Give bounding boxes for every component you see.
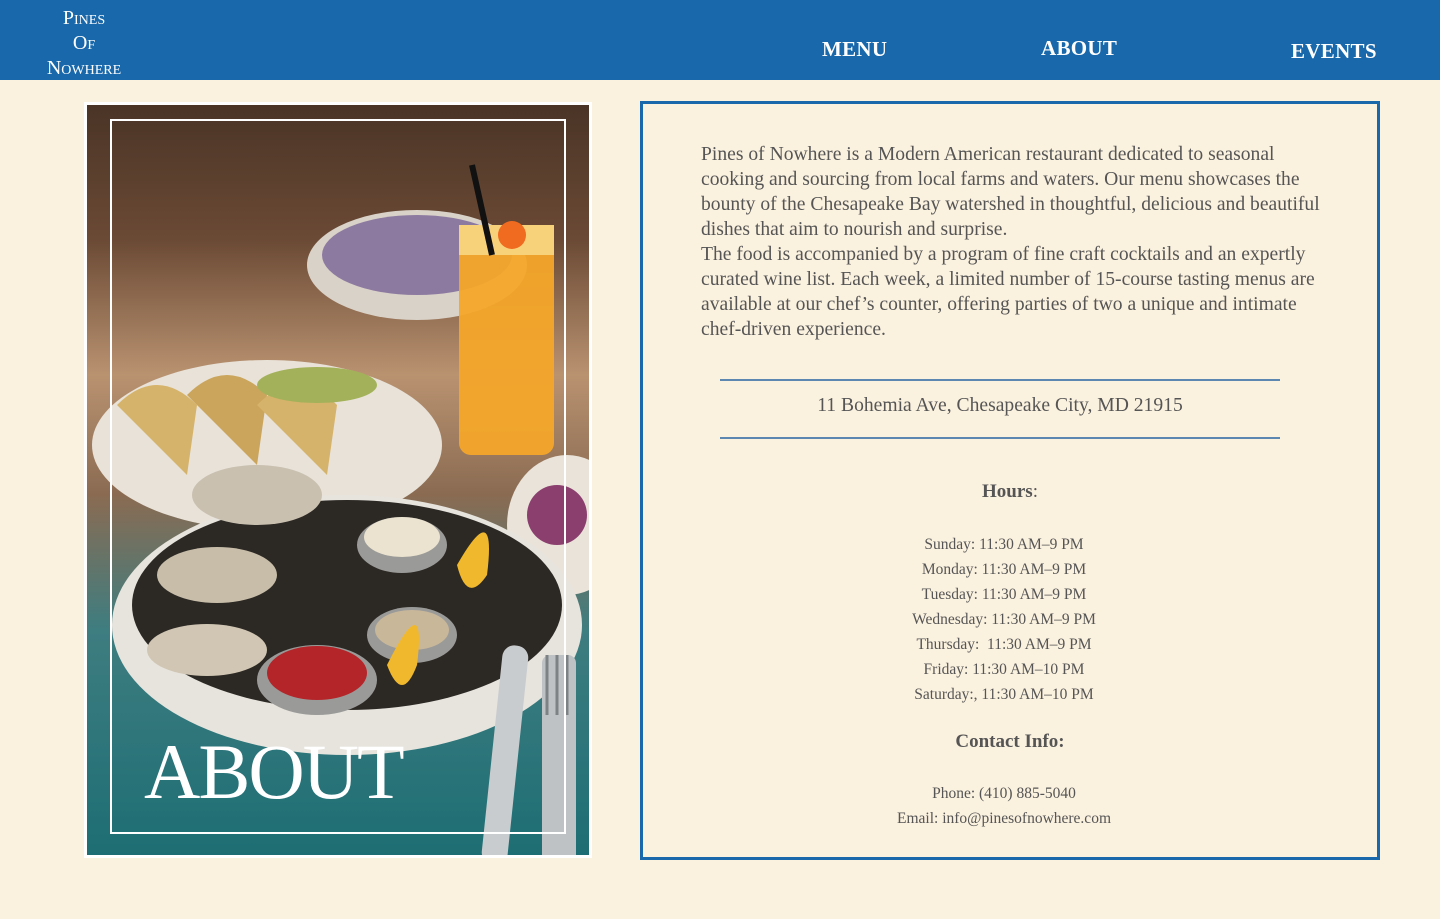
hours-item-saturday: Saturday:, 11:30 AM–10 PM bbox=[914, 686, 1094, 703]
nav-about-link[interactable]: ABOUT bbox=[1041, 36, 1117, 61]
oyster-platter-photo: ABOUT bbox=[87, 105, 589, 855]
photo-inner-frame bbox=[110, 119, 566, 834]
about-heading-overlay: ABOUT bbox=[144, 728, 405, 815]
contact-phone[interactable]: Phone: (410) 885-5040 bbox=[643, 781, 1365, 806]
top-navigation-bar: Pines Of Nowhere MENU ABOUT EVENTS bbox=[0, 0, 1440, 80]
contact-email[interactable]: Email: info@pinesofnowhere.com bbox=[643, 806, 1365, 831]
hours-heading: Hours: bbox=[643, 481, 1377, 503]
hours-item-monday: Monday: 11:30 AM–9 PM bbox=[921, 561, 1087, 578]
hours-item-thursday: Thursday: 11:30 AM–9 PM bbox=[916, 636, 1092, 653]
hours-item-tuesday: Tuesday: 11:30 AM–9 PM bbox=[921, 586, 1087, 603]
hours-item-wednesday: Wednesday: 11:30 AM–9 PM bbox=[912, 611, 1096, 628]
hours-item-friday: Friday: 11:30 AM–10 PM bbox=[923, 661, 1085, 678]
about-description: Pines of Nowhere is a Modern American re… bbox=[701, 142, 1341, 342]
about-info-panel: Pines of Nowhere is a Modern American re… bbox=[640, 101, 1380, 860]
logo-line-3: Nowhere bbox=[46, 57, 122, 79]
site-logo[interactable]: Pines Of Nowhere bbox=[30, 6, 138, 81]
about-paragraph-1: Pines of Nowhere is a Modern American re… bbox=[701, 144, 1320, 240]
hours-item-sunday: Sunday: 11:30 AM–9 PM bbox=[924, 536, 1084, 553]
nav-menu-link[interactable]: MENU bbox=[822, 37, 887, 62]
contact-heading: Contact Info: bbox=[955, 731, 1065, 752]
about-photo-card: ABOUT bbox=[84, 102, 592, 858]
address-top-divider bbox=[720, 379, 1280, 381]
about-paragraph-2: The food is accompanied by a program of … bbox=[701, 244, 1315, 340]
hours-heading-colon: : bbox=[1032, 481, 1038, 502]
hours-heading-label: Hours bbox=[982, 481, 1033, 502]
logo-line-1: Pines bbox=[62, 7, 106, 29]
logo-line-2: Of bbox=[72, 32, 96, 54]
contact-info: Phone: (410) 885-5040 Email: info@pineso… bbox=[643, 781, 1365, 831]
address-bottom-divider bbox=[720, 437, 1280, 439]
nav-events-link[interactable]: EVENTS bbox=[1291, 39, 1377, 64]
hours-list: Sunday: 11:30 AM–9 PM Monday: 11:30 AM–9… bbox=[643, 532, 1365, 707]
restaurant-address: 11 Bohemia Ave, Chesapeake City, MD 2191… bbox=[817, 395, 1183, 416]
